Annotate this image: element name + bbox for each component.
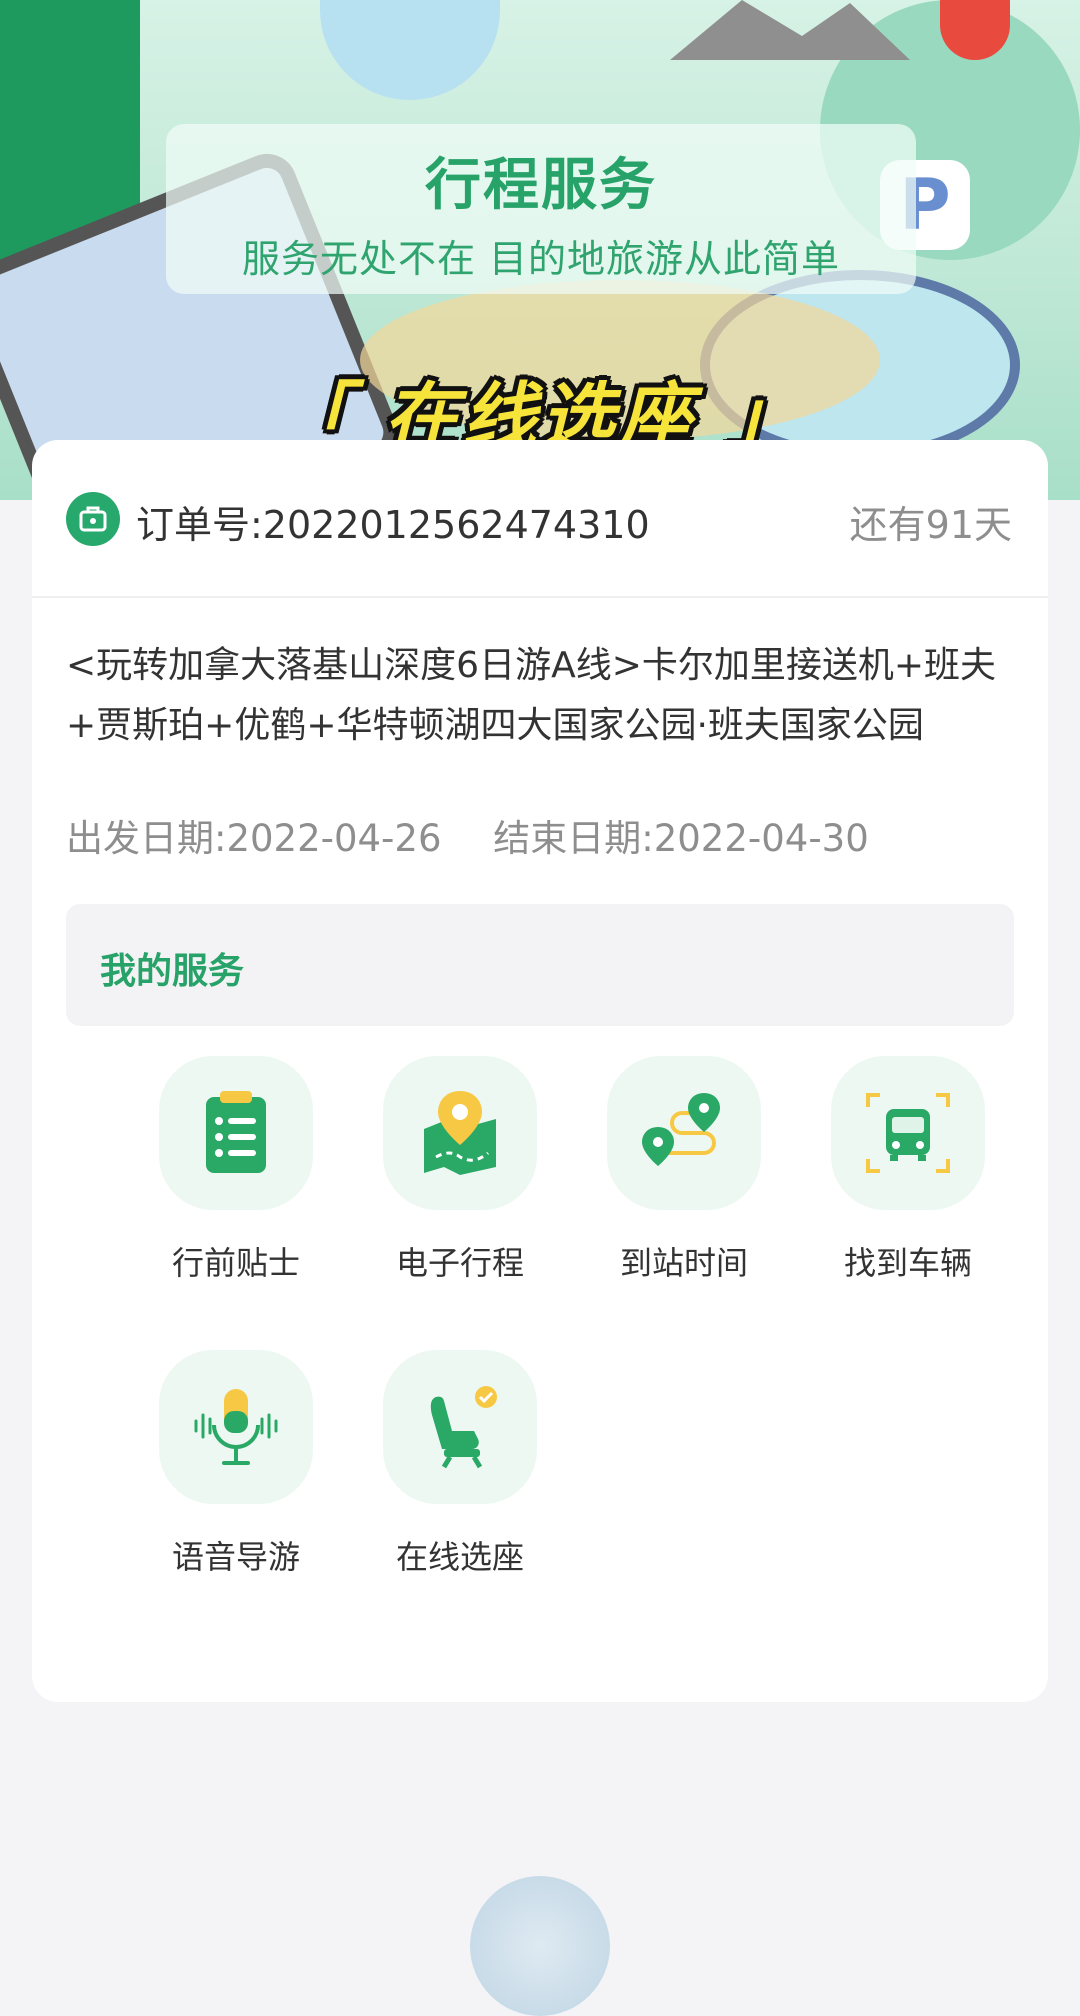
days-left: 还有91天: [849, 503, 1012, 547]
order-card: 订单号:2022012562474310 还有91天 <玩转加拿大落基山深度6日…: [32, 440, 1048, 1702]
hero-title: 行程服务: [425, 153, 657, 218]
hero-subtitle: 服务无处不在 目的地旅游从此简单: [241, 237, 841, 281]
hero-banner: P 行程服务 服务无处不在 目的地旅游从此简单 「 在线选座 」: [0, 0, 1080, 500]
my-services-header: 我的服务: [66, 904, 1014, 1026]
service-arrival-time[interactable]: 到站时间: [572, 1056, 796, 1284]
service-find-vehicle[interactable]: 找到车辆: [796, 1056, 1020, 1284]
checklist-icon: [206, 1091, 266, 1173]
service-audio-guide[interactable]: 语音导游: [124, 1350, 348, 1578]
service-online-seat[interactable]: 在线选座: [348, 1350, 572, 1578]
service-label: 行前贴士: [171, 1244, 300, 1282]
seat-icon: [430, 1386, 497, 1469]
order-row[interactable]: 订单号:2022012562474310 还有91天: [32, 440, 1048, 598]
my-services-title: 我的服务: [100, 951, 245, 992]
service-label: 语音导游: [171, 1538, 300, 1576]
map-pin-icon: [424, 1091, 496, 1175]
service-e-itinerary[interactable]: 电子行程: [348, 1056, 572, 1284]
trip-dates: 出发日期:2022-04-26 结束日期:2022-04-30: [66, 808, 869, 862]
service-label: 到站时间: [619, 1244, 748, 1282]
end-date: 结束日期:2022-04-30: [493, 817, 869, 860]
service-label: 电子行程: [395, 1244, 524, 1282]
service-label: 在线选座: [395, 1538, 524, 1576]
route-icon: [642, 1093, 720, 1166]
luggage-icon: [66, 492, 120, 546]
hero-panel: 行程服务 服务无处不在 目的地旅游从此简单: [166, 124, 916, 294]
order-number: 订单号:2022012562474310: [136, 503, 650, 547]
microphone-icon: [194, 1389, 278, 1465]
bottom-globe-decoration: [470, 1876, 610, 2016]
bus-scan-icon: [866, 1093, 950, 1173]
service-label: 找到车辆: [843, 1244, 972, 1282]
trip-title[interactable]: <玩转加拿大落基山深度6日游A线>卡尔加里接送机+班夫+贾斯珀+优鹤+华特顿湖四…: [66, 636, 1014, 756]
service-travel-tips[interactable]: 行前贴士: [124, 1056, 348, 1284]
start-date: 出发日期:2022-04-26: [66, 817, 442, 860]
